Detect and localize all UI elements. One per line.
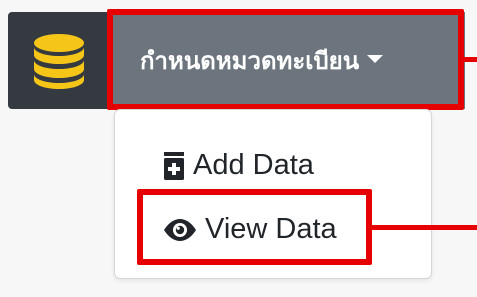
menu-title: กำหนดหมวดทะเบียน bbox=[140, 47, 360, 75]
eye-icon bbox=[163, 218, 197, 242]
database-tile bbox=[8, 12, 110, 109]
file-plus-icon bbox=[163, 151, 185, 180]
dropdown-menu: Add Data View Data bbox=[114, 109, 432, 279]
highlight-leader-line-menu bbox=[463, 57, 477, 62]
dropdown-item-label: View Data bbox=[205, 213, 337, 245]
dropdown-item-label: Add Data bbox=[193, 149, 314, 181]
dropdown-item-add-data[interactable]: Add Data bbox=[163, 149, 314, 182]
database-icon bbox=[32, 33, 86, 89]
menu-dropdown-trigger[interactable]: กำหนดหมวดทะเบียน bbox=[110, 12, 465, 109]
caret-down-icon bbox=[367, 54, 384, 63]
dropdown-item-view-data[interactable]: View Data bbox=[163, 213, 337, 246]
